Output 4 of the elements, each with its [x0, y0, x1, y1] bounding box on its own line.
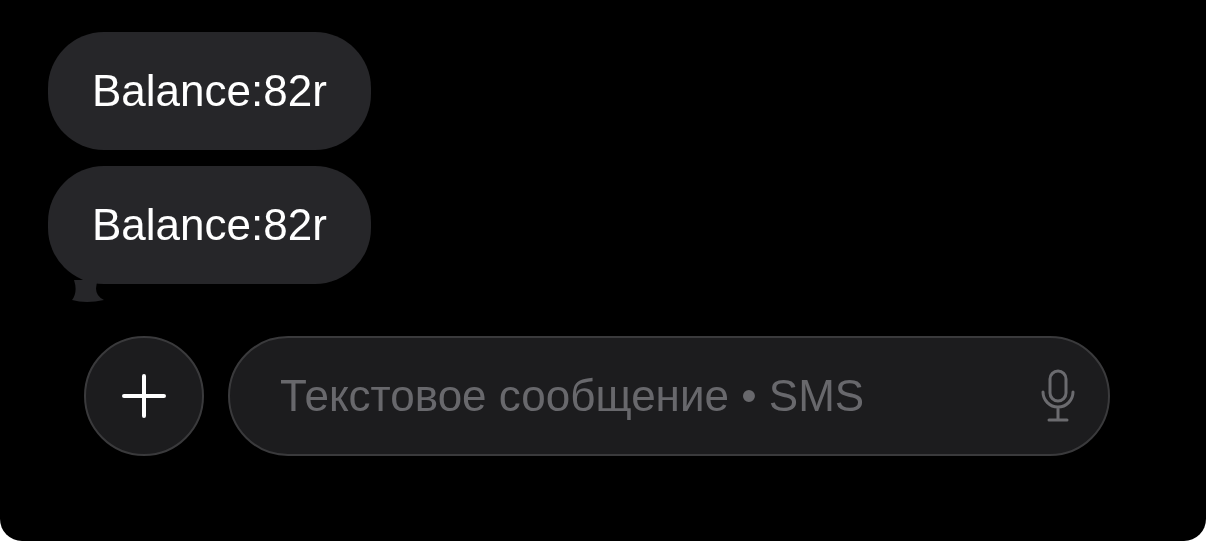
- plus-icon: [120, 372, 168, 420]
- message-field[interactable]: Текстовое сообщение • SMS: [228, 336, 1110, 456]
- message-bubble: Balance:82r: [48, 32, 371, 150]
- text-input[interactable]: Текстовое сообщение • SMS: [278, 362, 1038, 430]
